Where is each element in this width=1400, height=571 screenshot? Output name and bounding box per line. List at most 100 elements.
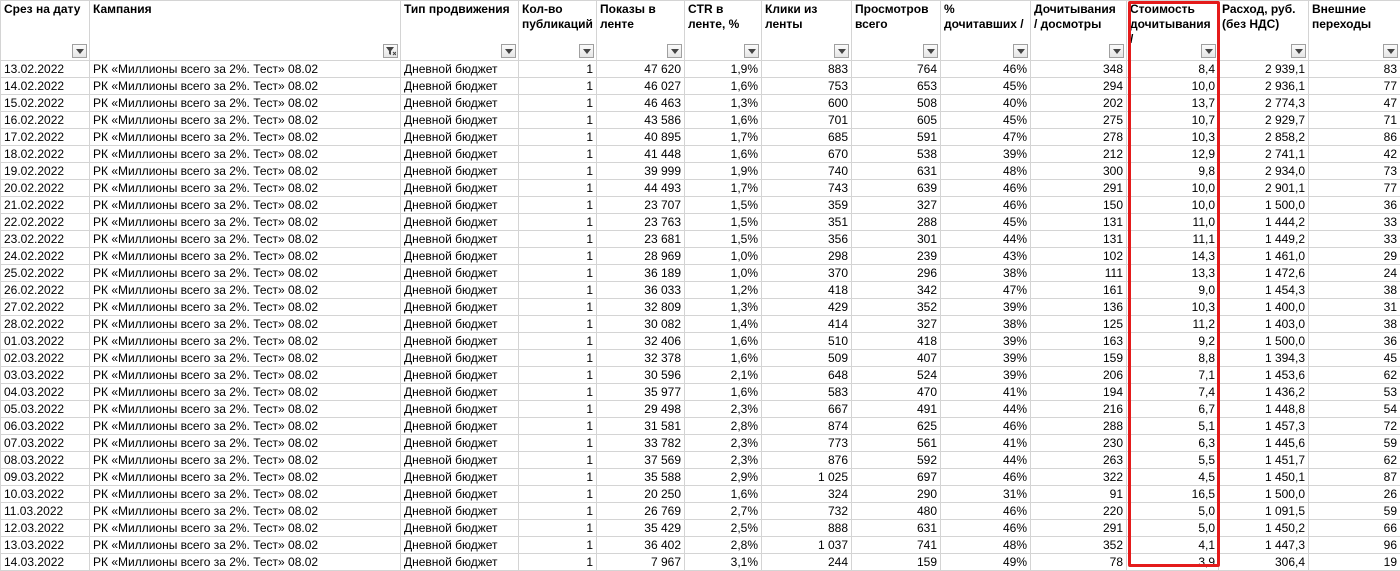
cell-ctr[interactable]: 1,5%	[685, 214, 762, 231]
cell-ext[interactable]: 86	[1309, 129, 1400, 146]
cell-views[interactable]: 159	[852, 554, 941, 571]
cell-reads[interactable]: 300	[1031, 163, 1127, 180]
cell-reads[interactable]: 125	[1031, 316, 1127, 333]
active-filter-button[interactable]	[383, 44, 398, 58]
cell-type[interactable]: Дневной бюджет	[401, 61, 519, 78]
cell-reads[interactable]: 216	[1031, 401, 1127, 418]
column-header-clicks[interactable]: Клики из ленты	[762, 1, 852, 61]
cell-ctr[interactable]: 2,3%	[685, 435, 762, 452]
cell-views[interactable]: 591	[852, 129, 941, 146]
cell-views[interactable]: 418	[852, 333, 941, 350]
cell-ctr[interactable]: 1,6%	[685, 78, 762, 95]
cell-views[interactable]: 296	[852, 265, 941, 282]
cell-clicks[interactable]: 298	[762, 248, 852, 265]
cell-campaign[interactable]: РК «Миллионы всего за 2%. Тест» 08.02	[90, 180, 401, 197]
cell-pubs[interactable]: 1	[519, 248, 597, 265]
cell-type[interactable]: Дневной бюджет	[401, 129, 519, 146]
cell-date[interactable]: 01.03.2022	[1, 333, 90, 350]
cell-spend[interactable]: 1 436,2	[1219, 384, 1309, 401]
cell-campaign[interactable]: РК «Миллионы всего за 2%. Тест» 08.02	[90, 78, 401, 95]
cell-reads[interactable]: 136	[1031, 299, 1127, 316]
cell-spend[interactable]: 1 500,0	[1219, 197, 1309, 214]
cell-type[interactable]: Дневной бюджет	[401, 350, 519, 367]
cell-cost[interactable]: 10,3	[1127, 129, 1219, 146]
cell-date[interactable]: 21.02.2022	[1, 197, 90, 214]
cell-date[interactable]: 03.03.2022	[1, 367, 90, 384]
cell-reads[interactable]: 194	[1031, 384, 1127, 401]
cell-ctr[interactable]: 2,9%	[685, 469, 762, 486]
cell-pct[interactable]: 46%	[941, 503, 1031, 520]
cell-shows[interactable]: 30 596	[597, 367, 685, 384]
cell-pubs[interactable]: 1	[519, 503, 597, 520]
cell-campaign[interactable]: РК «Миллионы всего за 2%. Тест» 08.02	[90, 163, 401, 180]
cell-cost[interactable]: 7,1	[1127, 367, 1219, 384]
cell-campaign[interactable]: РК «Миллионы всего за 2%. Тест» 08.02	[90, 95, 401, 112]
cell-shows[interactable]: 31 581	[597, 418, 685, 435]
cell-views[interactable]: 470	[852, 384, 941, 401]
filter-dropdown-button[interactable]	[923, 44, 938, 58]
cell-clicks[interactable]: 509	[762, 350, 852, 367]
cell-pubs[interactable]: 1	[519, 146, 597, 163]
cell-cost[interactable]: 6,7	[1127, 401, 1219, 418]
cell-spend[interactable]: 1 403,0	[1219, 316, 1309, 333]
cell-pct[interactable]: 46%	[941, 520, 1031, 537]
cell-reads[interactable]: 230	[1031, 435, 1127, 452]
cell-pct[interactable]: 45%	[941, 214, 1031, 231]
cell-type[interactable]: Дневной бюджет	[401, 95, 519, 112]
cell-ext[interactable]: 42	[1309, 146, 1400, 163]
cell-shows[interactable]: 40 895	[597, 129, 685, 146]
cell-pct[interactable]: 38%	[941, 265, 1031, 282]
cell-type[interactable]: Дневной бюджет	[401, 333, 519, 350]
cell-spend[interactable]: 2 741,1	[1219, 146, 1309, 163]
cell-date[interactable]: 14.03.2022	[1, 554, 90, 571]
cell-ext[interactable]: 72	[1309, 418, 1400, 435]
cell-clicks[interactable]: 743	[762, 180, 852, 197]
cell-shows[interactable]: 23 681	[597, 231, 685, 248]
cell-campaign[interactable]: РК «Миллионы всего за 2%. Тест» 08.02	[90, 401, 401, 418]
cell-type[interactable]: Дневной бюджет	[401, 265, 519, 282]
cell-views[interactable]: 561	[852, 435, 941, 452]
cell-pct[interactable]: 44%	[941, 401, 1031, 418]
cell-spend[interactable]: 2 901,1	[1219, 180, 1309, 197]
cell-ctr[interactable]: 2,8%	[685, 537, 762, 554]
cell-shows[interactable]: 43 586	[597, 112, 685, 129]
cell-shows[interactable]: 32 406	[597, 333, 685, 350]
cell-shows[interactable]: 28 969	[597, 248, 685, 265]
cell-pubs[interactable]: 1	[519, 316, 597, 333]
cell-shows[interactable]: 36 033	[597, 282, 685, 299]
cell-type[interactable]: Дневной бюджет	[401, 486, 519, 503]
cell-campaign[interactable]: РК «Миллионы всего за 2%. Тест» 08.02	[90, 214, 401, 231]
cell-cost[interactable]: 11,0	[1127, 214, 1219, 231]
cell-pubs[interactable]: 1	[519, 112, 597, 129]
cell-cost[interactable]: 5,1	[1127, 418, 1219, 435]
cell-spend[interactable]: 2 774,3	[1219, 95, 1309, 112]
cell-campaign[interactable]: РК «Миллионы всего за 2%. Тест» 08.02	[90, 248, 401, 265]
cell-clicks[interactable]: 753	[762, 78, 852, 95]
cell-pct[interactable]: 39%	[941, 367, 1031, 384]
cell-cost[interactable]: 5,0	[1127, 503, 1219, 520]
cell-ext[interactable]: 38	[1309, 316, 1400, 333]
column-header-pubs[interactable]: Кол-во публикаций	[519, 1, 597, 61]
cell-spend[interactable]: 2 929,7	[1219, 112, 1309, 129]
cell-pubs[interactable]: 1	[519, 129, 597, 146]
cell-campaign[interactable]: РК «Миллионы всего за 2%. Тест» 08.02	[90, 146, 401, 163]
cell-clicks[interactable]: 667	[762, 401, 852, 418]
cell-shows[interactable]: 47 620	[597, 61, 685, 78]
cell-reads[interactable]: 348	[1031, 61, 1127, 78]
cell-views[interactable]: 491	[852, 401, 941, 418]
cell-ctr[interactable]: 2,1%	[685, 367, 762, 384]
cell-pubs[interactable]: 1	[519, 299, 597, 316]
cell-cost[interactable]: 11,1	[1127, 231, 1219, 248]
cell-type[interactable]: Дневной бюджет	[401, 503, 519, 520]
cell-shows[interactable]: 36 189	[597, 265, 685, 282]
cell-ext[interactable]: 71	[1309, 112, 1400, 129]
cell-ctr[interactable]: 1,6%	[685, 146, 762, 163]
cell-clicks[interactable]: 883	[762, 61, 852, 78]
cell-ext[interactable]: 59	[1309, 435, 1400, 452]
cell-views[interactable]: 524	[852, 367, 941, 384]
cell-ctr[interactable]: 2,7%	[685, 503, 762, 520]
cell-date[interactable]: 02.03.2022	[1, 350, 90, 367]
cell-ext[interactable]: 54	[1309, 401, 1400, 418]
filter-dropdown-button[interactable]	[1013, 44, 1028, 58]
cell-ext[interactable]: 73	[1309, 163, 1400, 180]
